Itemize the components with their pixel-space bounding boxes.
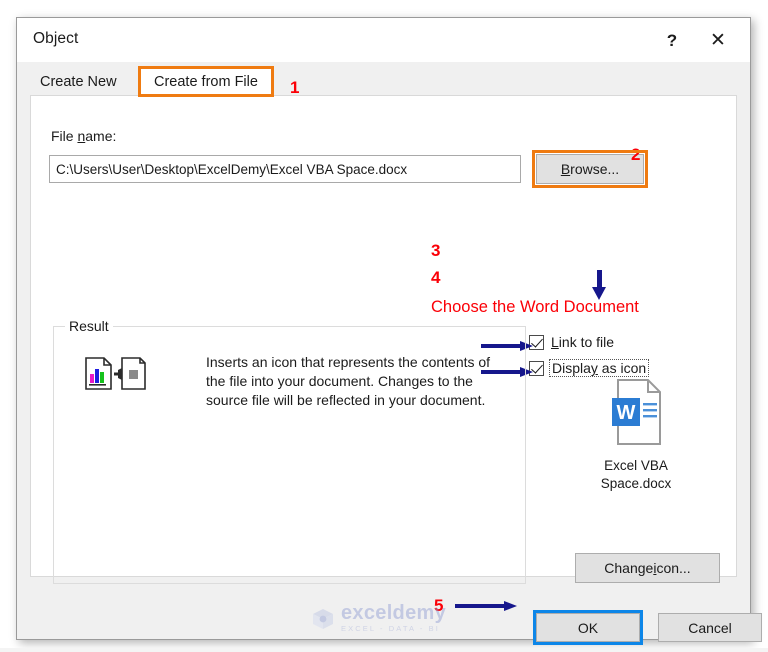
exceldemy-logo-icon (313, 608, 333, 629)
watermark-tagline: EXCEL - DATA - BI (341, 624, 440, 633)
word-document-icon: W (612, 379, 661, 445)
ok-button[interactable]: OK (536, 613, 640, 642)
file-icon-preview: W Excel VBA Space.docx (571, 378, 701, 493)
document-to-document-icon (85, 357, 146, 390)
checkbox-link-to-file[interactable]: Link to file (529, 334, 614, 350)
file-name-label: File name: (51, 128, 117, 144)
help-icon[interactable]: ? (652, 24, 692, 56)
arrow-down-to-note (592, 270, 606, 300)
tab-create-from-file[interactable]: Create from File (138, 66, 274, 97)
cancel-button[interactable]: Cancel (658, 613, 762, 642)
change-icon-button[interactable]: Change i con... (575, 553, 720, 583)
annotation-number-3: 3 (431, 241, 441, 260)
svg-text:W: W (617, 402, 636, 424)
annotation-number-2: 2 (631, 145, 641, 164)
exceldemy-watermark: exceldemy EXCEL - DATA - BI (310, 603, 446, 634)
checkbox-display-as-icon[interactable]: Display as icon (529, 359, 650, 377)
result-group-title: Result (65, 318, 113, 334)
checkbox-link-to-file-label: Link to file (551, 334, 615, 350)
tab-strip: Create New Create from File (17, 62, 750, 97)
arrow-to-ok-button (455, 601, 517, 611)
bottom-strip (0, 648, 768, 652)
file-preview-name: Excel VBA Space.docx (571, 457, 701, 493)
screenshot-canvas: Object ? ✕ Create New Create from File F… (0, 0, 768, 652)
dialog-title: Object (33, 30, 79, 47)
annotation-number-4: 4 (431, 268, 441, 287)
result-group: Result Inserts an icon that represents t… (53, 318, 526, 584)
dialog-body-panel: File name: C:\Users\User\Desktop\ExcelDe… (30, 95, 737, 584)
file-preview-name-line2: Space.docx (600, 476, 672, 491)
annotation-note: Choose the Word Document (431, 298, 639, 316)
browse-button[interactable]: Browse... (536, 154, 644, 184)
watermark-name: exceldemy (341, 602, 446, 624)
result-description: Inserts an icon that represents the cont… (206, 354, 491, 408)
object-dialog: Object ? ✕ Create New Create from File F… (16, 17, 762, 645)
checkbox-display-as-icon-label: Display as icon (549, 359, 650, 377)
close-icon[interactable]: ✕ (698, 24, 738, 56)
watermark-text: exceldemy EXCEL - DATA - BI (341, 603, 446, 634)
file-preview-name-line1: Excel VBA (604, 458, 668, 473)
file-path-input[interactable]: C:\Users\User\Desktop\ExcelDemy\Excel VB… (49, 155, 521, 183)
tab-create-new[interactable]: Create New (31, 68, 126, 96)
dialog-titlebar: Object ? ✕ (17, 18, 750, 62)
annotation-number-1: 1 (290, 78, 300, 97)
